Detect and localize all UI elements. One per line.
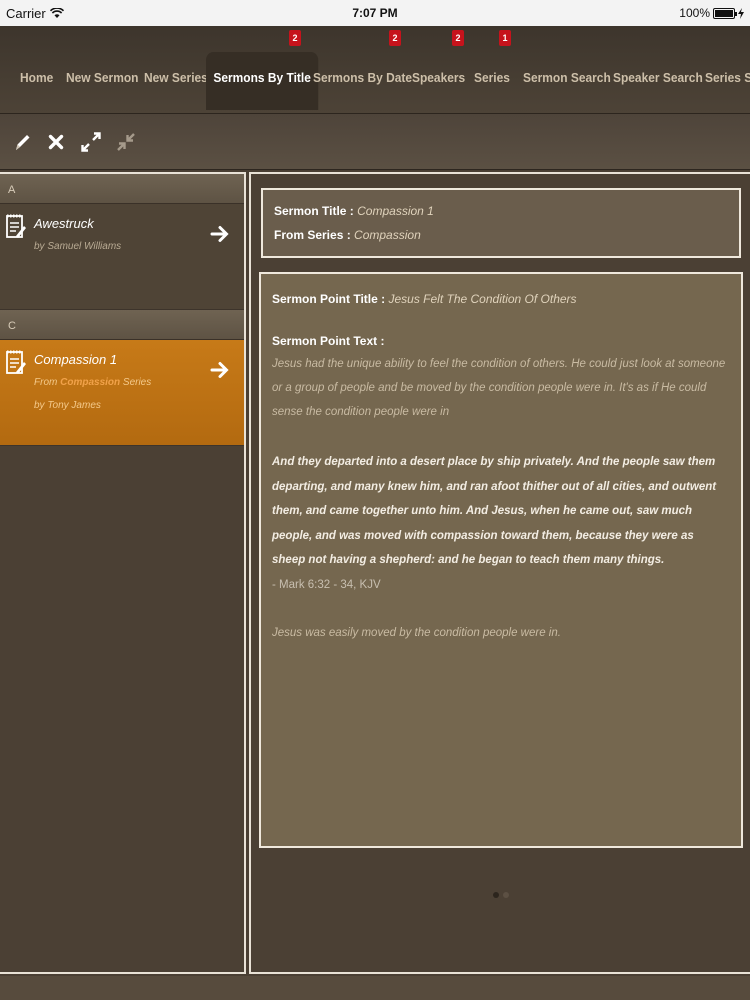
- point-text-label: Sermon Point Text :: [272, 334, 385, 348]
- arrow-right-icon: [210, 226, 229, 242]
- page-indicator[interactable]: [493, 892, 509, 898]
- expand-button[interactable]: [77, 128, 105, 156]
- scripture-quote: And they departed into a desert place by…: [272, 456, 717, 566]
- clock: 7:07 PM: [352, 6, 398, 20]
- battery-percent: 100%: [679, 6, 710, 20]
- pencil-icon: [16, 135, 30, 150]
- tab-series[interactable]: Series: [474, 52, 510, 110]
- arrow-right-icon: [210, 362, 229, 378]
- section-header-c: C: [0, 310, 244, 340]
- list-item-awestruck[interactable]: Awestruck by Samuel Williams: [0, 204, 244, 310]
- list-item-title: Compassion 1: [34, 352, 118, 367]
- expand-icon: [81, 132, 101, 152]
- from-series-label: From Series :: [274, 228, 351, 242]
- battery-icon: [713, 7, 737, 19]
- from-series-value: Compassion: [354, 228, 421, 242]
- badge-speakers: 2: [452, 30, 464, 46]
- document-icon: [6, 350, 26, 374]
- page-dot-active: [493, 892, 499, 898]
- point-title-value: Jesus Felt The Condition Of Others: [388, 292, 577, 306]
- document-icon: [6, 214, 26, 238]
- closing-text: Jesus was easily moved by the condition …: [272, 626, 561, 639]
- sermon-list: A Awestruck by Samuel Williams C Compass…: [0, 172, 246, 974]
- point-title-label: Sermon Point Title :: [272, 292, 386, 306]
- sermon-detail: Sermon Title : Compassion 1 From Series …: [249, 172, 750, 974]
- tab-sermon-search[interactable]: Sermon Search: [523, 52, 611, 110]
- point-text: Jesus had the unique ability to feel the…: [272, 358, 726, 418]
- sermon-header-box: Sermon Title : Compassion 1 From Series …: [261, 188, 741, 258]
- charging-icon: [738, 7, 744, 19]
- tab-speaker-search[interactable]: Speaker Search: [613, 52, 703, 110]
- delete-button[interactable]: [42, 128, 70, 156]
- sermon-title-label: Sermon Title :: [274, 204, 354, 218]
- badge-series: 1: [499, 30, 511, 46]
- badge-sermons-by-date: 2: [389, 30, 401, 46]
- tab-home[interactable]: Home: [20, 52, 53, 110]
- toolbar: [0, 114, 750, 170]
- battery-indicator: 100%: [679, 6, 744, 20]
- tab-series-search[interactable]: Series S: [705, 52, 750, 110]
- close-icon: [48, 134, 64, 150]
- list-item-title: Awestruck: [34, 216, 94, 231]
- tab-sermons-by-date[interactable]: Sermons By Date: [313, 52, 412, 110]
- tab-bar: Home New Sermon New Series Sermons By Ti…: [0, 26, 750, 114]
- from-series-row: From Series : Compassion: [274, 228, 739, 242]
- list-item-compassion-1[interactable]: Compassion 1 From Compassion Series by T…: [0, 340, 244, 446]
- list-item-author: by Samuel Williams: [34, 241, 122, 252]
- collapse-button[interactable]: [112, 128, 140, 156]
- tab-sermons-by-title[interactable]: Sermons By Title: [206, 52, 319, 110]
- bottom-bar: [0, 976, 750, 1000]
- list-item-series: From Compassion Series: [34, 377, 152, 388]
- section-header-a: A: [0, 174, 244, 204]
- status-bar: Carrier 7:07 PM 100%: [0, 0, 750, 26]
- scripture-reference: - Mark 6:32 - 34, KJV: [272, 578, 381, 591]
- point-title-row: Sermon Point Title : Jesus Felt The Cond…: [272, 292, 729, 306]
- sermon-point-box: Sermon Point Title : Jesus Felt The Cond…: [259, 272, 743, 848]
- tab-new-sermon[interactable]: New Sermon: [66, 52, 138, 110]
- badge-sermons-by-title: 2: [289, 30, 301, 46]
- collapse-icon: [117, 133, 135, 151]
- tab-new-series[interactable]: New Series: [144, 52, 208, 110]
- sermon-title-row: Sermon Title : Compassion 1: [274, 204, 739, 218]
- edit-button[interactable]: [8, 128, 36, 156]
- page-dot: [503, 892, 509, 898]
- sermon-title-value: Compassion 1: [357, 204, 434, 218]
- list-item-author: by Tony James: [34, 400, 101, 411]
- tab-speakers[interactable]: Speakers: [412, 52, 465, 110]
